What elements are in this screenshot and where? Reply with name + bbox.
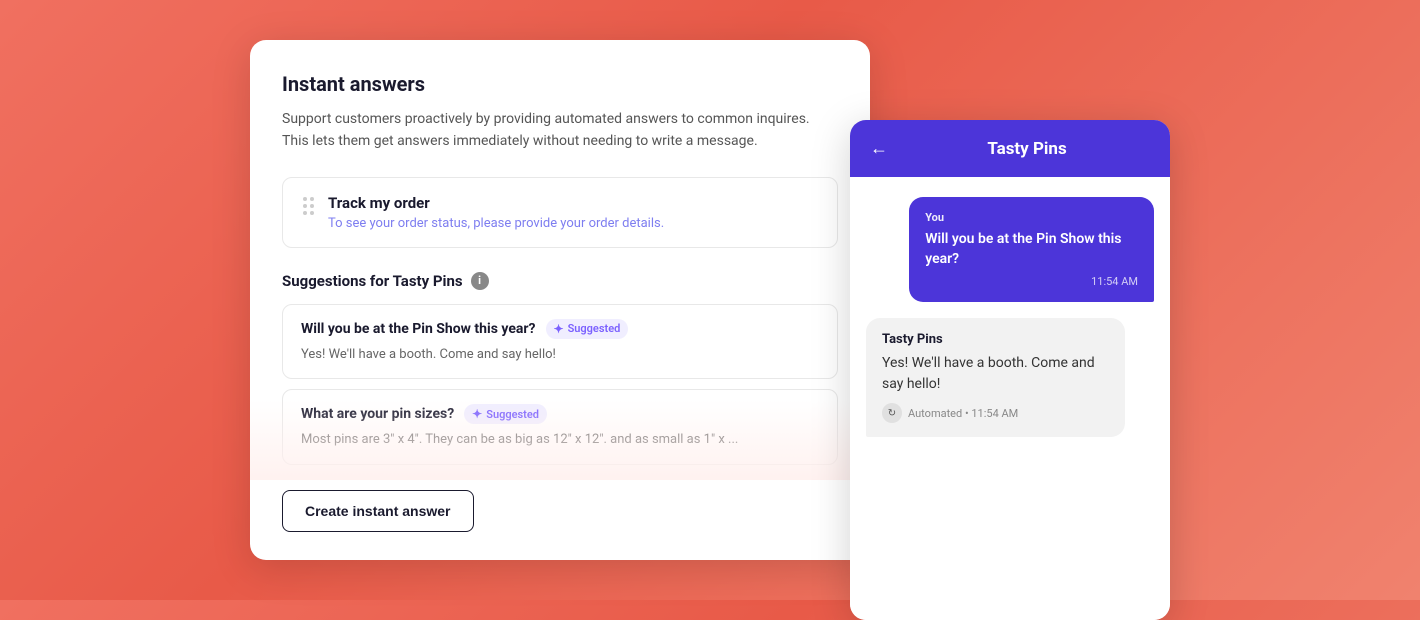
suggested-badge-2: ✦ Suggested <box>464 404 547 424</box>
card-description: Support customers proactively by providi… <box>282 108 838 153</box>
chat-back-button[interactable]: ← <box>870 138 888 159</box>
sparkle-icon-1: ✦ <box>554 322 564 336</box>
create-instant-answer-button[interactable]: Create instant answer <box>282 490 474 532</box>
info-icon[interactable]: i <box>471 272 489 290</box>
user-message-time: 11:54 AM <box>925 275 1138 288</box>
bot-message-footer: ↻ Automated • 11:54 AM <box>882 403 1109 423</box>
suggestions-header: Suggestions for Tasty Pins i <box>282 272 838 290</box>
suggested-badge-1: ✦ Suggested <box>546 319 629 339</box>
track-order-item[interactable]: Track my order To see your order status,… <box>282 177 838 248</box>
chat-body: You Will you be at the Pin Show this yea… <box>850 177 1170 620</box>
sparkle-icon-2: ✦ <box>472 407 482 421</box>
refresh-icon[interactable]: ↻ <box>882 403 902 423</box>
bot-message-sender: Tasty Pins <box>882 332 1109 347</box>
track-order-subtitle: To see your order status, please provide… <box>328 216 664 231</box>
suggestion-item-1-title: Will you be at the Pin Show this year? <box>301 321 536 337</box>
suggestion-item-2[interactable]: What are your pin sizes? ✦ Suggested Mos… <box>282 389 838 465</box>
user-message-text: Will you be at the Pin Show this year? <box>925 230 1138 269</box>
suggestion-item-1-text: Yes! We'll have a booth. Come and say he… <box>301 345 819 365</box>
suggestion-item-1[interactable]: Will you be at the Pin Show this year? ✦… <box>282 304 838 380</box>
main-card: Instant answers Support customers proact… <box>250 40 870 560</box>
chat-header-title: Tasty Pins <box>904 139 1150 159</box>
chat-header: ← Tasty Pins <box>850 120 1170 177</box>
suggestions-title: Suggestions for Tasty Pins <box>282 272 463 290</box>
page-title: Instant answers <box>282 72 838 96</box>
user-message-bubble: You Will you be at the Pin Show this yea… <box>909 197 1154 302</box>
user-message-label: You <box>925 211 1138 224</box>
chat-panel: ← Tasty Pins You Will you be at the Pin … <box>850 120 1170 620</box>
suggestion-item-2-title: What are your pin sizes? <box>301 406 454 422</box>
suggestion-item-2-text: Most pins are 3" x 4". They can be as bi… <box>301 430 819 450</box>
track-order-title: Track my order <box>328 194 664 212</box>
bot-message-timestamp: Automated • 11:54 AM <box>908 407 1018 420</box>
bot-message-bubble: Tasty Pins Yes! We'll have a booth. Come… <box>866 318 1125 437</box>
bot-message-text: Yes! We'll have a booth. Come and say he… <box>882 353 1109 395</box>
drag-handle-icon <box>303 197 314 215</box>
